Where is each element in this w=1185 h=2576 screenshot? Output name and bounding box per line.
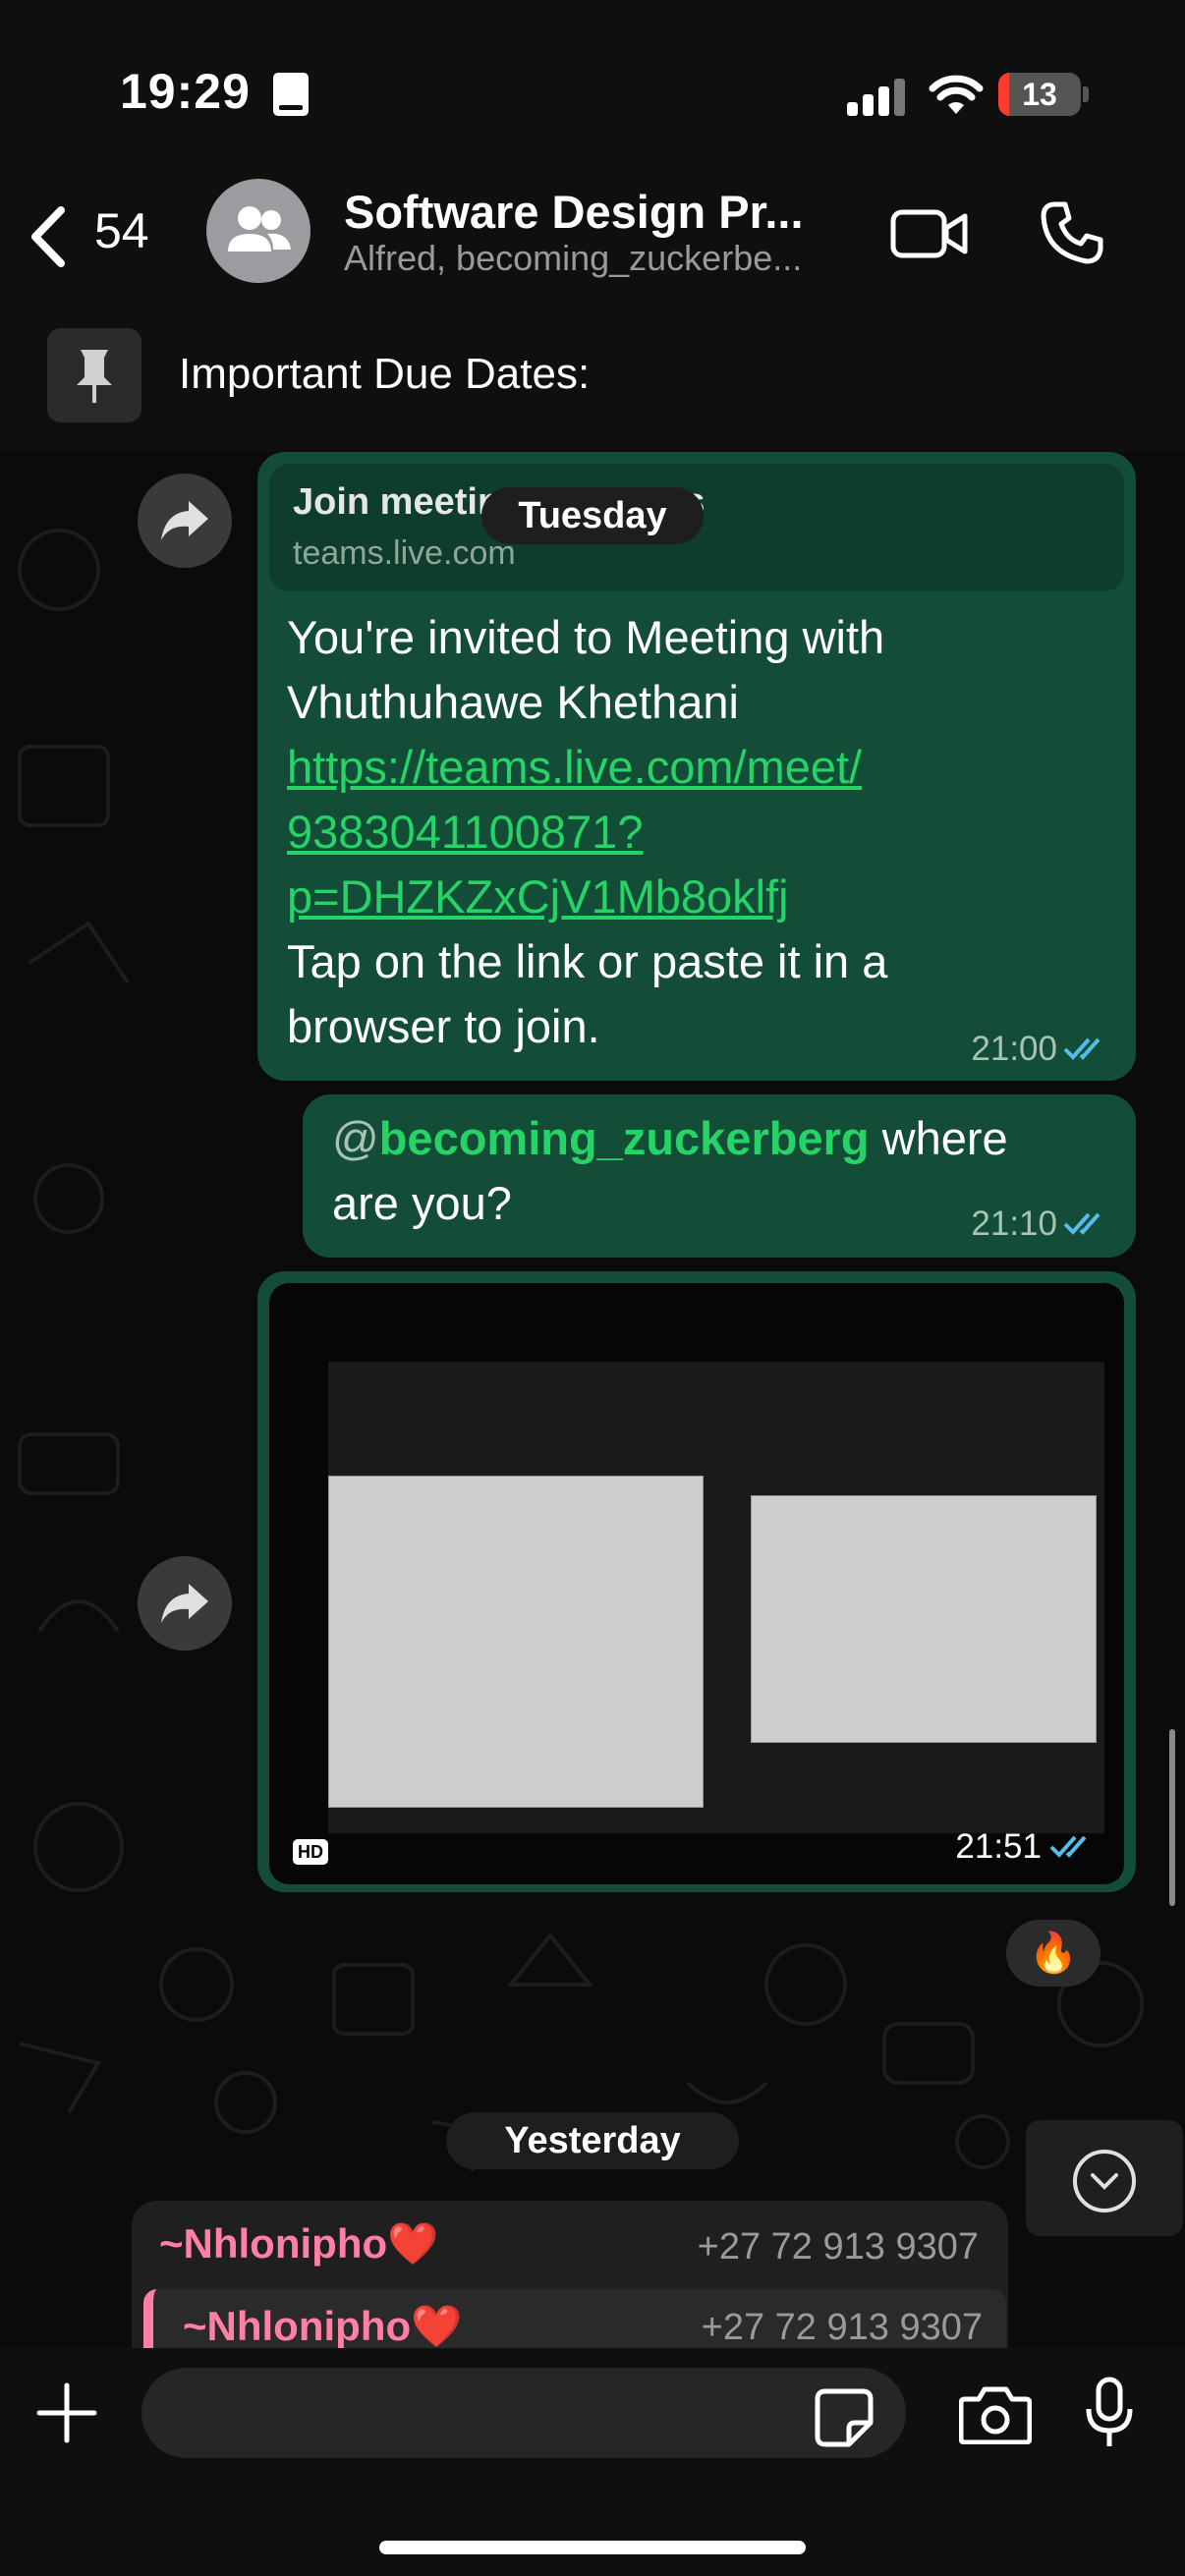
read-receipt-icon <box>1063 1037 1100 1060</box>
message-time: 21:51 <box>955 1827 1042 1866</box>
meeting-link-3[interactable]: p=DHZKZxCjV1Mb8oklfj <box>287 865 887 929</box>
composer-bar <box>0 2348 1185 2576</box>
quoted-phone: +27 72 913 9307 <box>701 2307 983 2348</box>
scroll-to-bottom-button[interactable] <box>1026 2120 1183 2236</box>
battery-icon: 13 <box>998 73 1081 116</box>
phone-call-icon[interactable] <box>1040 200 1104 265</box>
attach-plus-icon[interactable] <box>35 2381 98 2444</box>
video-call-icon[interactable] <box>890 206 969 261</box>
chevron-down-icon <box>1073 2150 1136 2212</box>
mention-link[interactable]: becoming_zuckerberg <box>379 1112 870 1164</box>
message-input[interactable] <box>141 2368 906 2458</box>
invite-line-2: Vhuthuhawe Khethani <box>287 676 739 728</box>
forward-button[interactable] <box>138 474 232 568</box>
pinned-text: Important Due Dates: <box>179 350 591 398</box>
meeting-link-2[interactable]: 9383041100871? <box>287 800 887 865</box>
message-time: 21:00 <box>971 1030 1057 1068</box>
sender-name[interactable]: ~Nhlonipho❤️ <box>159 2220 438 2268</box>
mention-text-1: where <box>869 1112 1008 1164</box>
photo-attachment[interactable]: HD 21:51 <box>269 1283 1124 1884</box>
unread-count[interactable]: 54 <box>94 202 149 259</box>
forward-button[interactable] <box>138 1556 232 1651</box>
cellular-signal-icon <box>847 77 906 116</box>
battery-percent: 13 <box>1022 77 1057 112</box>
incoming-message[interactable]: ~Nhlonipho❤️ +27 72 913 9307 ~Nhlonipho❤… <box>132 2201 1008 2348</box>
forward-arrow-icon <box>161 1584 208 1623</box>
quoted-message[interactable]: ~Nhlonipho❤️ +27 72 913 9307 <box>143 2289 1006 2348</box>
forward-arrow-icon <box>161 501 208 540</box>
camera-icon[interactable] <box>959 2385 1032 2444</box>
pin-icon <box>47 328 141 422</box>
microphone-icon[interactable] <box>1085 2376 1134 2450</box>
invite-text: You're invited to Meeting with Vhuthuhaw… <box>287 605 887 1059</box>
sender-phone: +27 72 913 9307 <box>697 2226 979 2268</box>
invite-line-3: Tap on the link or paste it in a <box>287 935 888 987</box>
chat-header: 54 Software Design Pr... Alfred, becomin… <box>0 167 1185 314</box>
read-receipt-icon <box>1063 1212 1100 1235</box>
date-chip-tuesday: Tuesday <box>481 487 704 544</box>
read-receipt-icon <box>1049 1835 1087 1858</box>
photo-content <box>328 1362 1104 1833</box>
invite-line-4: browser to join. <box>287 1000 600 1052</box>
meeting-link-1[interactable]: https://teams.live.com/meet/ <box>287 735 887 800</box>
chat-area[interactable]: Join meeting on Teams teams.live.com You… <box>0 452 1185 2348</box>
reading-mode-icon <box>273 73 309 116</box>
invite-message[interactable]: Join meeting on Teams teams.live.com You… <box>257 452 1136 1081</box>
reaction-badge[interactable]: 🔥 <box>1006 1920 1100 1987</box>
sticker-icon[interactable] <box>814 2387 875 2448</box>
group-avatar[interactable] <box>206 179 310 283</box>
status-bar: 19:29 13 <box>0 0 1185 167</box>
message-time: 21:10 <box>971 1204 1057 1243</box>
scrollbar[interactable] <box>1169 1729 1175 1906</box>
invite-line-1: You're invited to Meeting with <box>287 611 885 663</box>
home-indicator[interactable] <box>379 2541 806 2554</box>
status-time: 19:29 <box>120 64 251 119</box>
group-icon <box>228 206 291 252</box>
photo-message[interactable]: HD 21:51 <box>257 1271 1136 1892</box>
link-preview-host: teams.live.com <box>293 534 516 572</box>
chat-title[interactable]: Software Design Pr... <box>344 185 855 239</box>
date-chip-yesterday: Yesterday <box>446 2112 739 2169</box>
back-chevron-icon[interactable] <box>28 206 67 267</box>
hd-badge: HD <box>293 1839 328 1865</box>
mention-at: @ <box>332 1112 379 1164</box>
wifi-icon <box>929 75 984 114</box>
pinned-message-bar[interactable]: Important Due Dates: <box>0 314 1185 453</box>
mention-text-2: are you? <box>332 1177 512 1229</box>
chat-participants[interactable]: Alfred, becoming_zuckerbe... <box>344 238 855 279</box>
quoted-sender: ~Nhlonipho❤️ <box>183 2303 463 2348</box>
mention-message[interactable]: @becoming_zuckerberg where are you? 21:1… <box>303 1094 1136 1258</box>
